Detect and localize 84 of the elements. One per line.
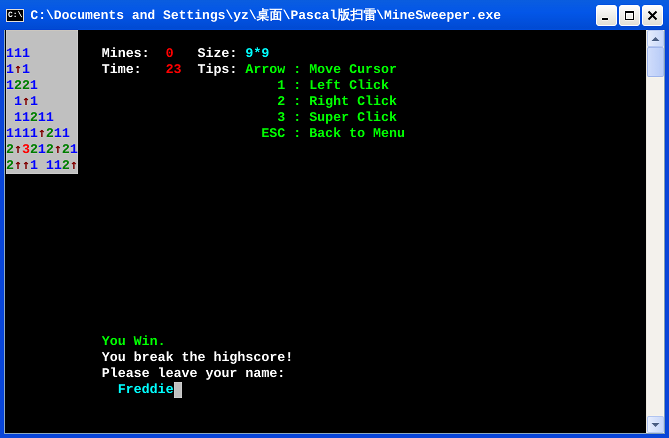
mine-count: 2: [6, 158, 14, 174]
console-icon: C:\: [6, 8, 24, 22]
close-button[interactable]: [642, 4, 663, 26]
mine-count: 1: [38, 142, 46, 158]
result-message: You Win.: [102, 334, 166, 350]
time-value: 23: [166, 62, 183, 78]
scrollbar[interactable]: [646, 30, 664, 433]
size-label: Size:: [197, 46, 238, 62]
mine-count: 1: [14, 46, 22, 62]
minimize-icon: [602, 18, 608, 20]
tip-action: Super Click: [309, 110, 397, 126]
mine-count: 1: [46, 110, 54, 126]
name-input[interactable]: Freddie: [118, 382, 174, 398]
tip-separator: :: [293, 94, 302, 110]
scroll-up-button[interactable]: [647, 30, 664, 47]
mines-label: Mines:: [102, 46, 151, 62]
tip-key: ESC: [245, 126, 286, 142]
flag-mark: ↑: [38, 126, 46, 142]
tip-key: 2: [245, 94, 286, 110]
down-arrow-icon: [651, 422, 660, 428]
name-prompt: Please leave your name:: [102, 366, 286, 382]
up-arrow-icon: [651, 36, 660, 42]
tip-action: Left Click: [309, 78, 389, 94]
flag-mark: ↑: [70, 158, 78, 174]
tip-action: Move Cursor: [309, 62, 397, 78]
window-title: C:\Documents and Settings\yz\桌面\Pascal版扫雷\MineSweeper.exe: [30, 7, 502, 24]
mine-count: 2: [30, 110, 38, 126]
mine-count: 1: [6, 46, 14, 62]
mine-count: 1: [22, 62, 30, 78]
flag-mark: ↑: [22, 158, 30, 174]
mine-count: 1: [30, 78, 38, 94]
mine-count: 2: [62, 158, 70, 174]
mine-count: 2: [30, 142, 38, 158]
mine-count: 1: [6, 78, 14, 94]
mine-count: 1: [22, 110, 30, 126]
scroll-thumb[interactable]: [647, 47, 664, 77]
mine-count: 1: [6, 126, 14, 142]
mine-count: 1: [62, 126, 70, 142]
tips-label: Tips:: [197, 62, 238, 78]
mine-count: 1: [14, 126, 22, 142]
mine-count: 2: [62, 142, 70, 158]
maximize-button[interactable]: [619, 4, 640, 26]
maximize-icon: [624, 10, 635, 20]
tip-key: 1: [245, 78, 286, 94]
tip-action: Right Click: [309, 94, 397, 110]
flag-mark: ↑: [14, 62, 22, 78]
mine-count: 1: [38, 110, 46, 126]
tip-key: Arrow: [245, 62, 286, 78]
mine-count: 2: [6, 142, 14, 158]
tip-separator: :: [293, 110, 302, 126]
flag-mark: ↑: [22, 94, 30, 110]
tip-action: Back to Menu: [309, 126, 405, 142]
tip-separator: :: [293, 78, 302, 94]
mine-count: 1: [70, 142, 78, 158]
mine-count: 1: [30, 94, 38, 110]
minimize-button[interactable]: [596, 4, 617, 26]
close-icon: [647, 10, 658, 20]
flag-mark: ↑: [14, 142, 22, 158]
mine-count: 1: [46, 158, 54, 174]
flag-mark: ↑: [54, 142, 62, 158]
mine-count: 2: [46, 126, 54, 142]
mines-count: 0: [166, 46, 175, 62]
tip-separator: :: [293, 62, 302, 78]
flag-mark: ↑: [14, 158, 22, 174]
time-label: Time:: [102, 62, 143, 78]
mine-count: 1: [54, 126, 62, 142]
mine-count: 1: [54, 158, 62, 174]
mine-count: 1: [6, 62, 14, 78]
scroll-down-button[interactable]: [647, 416, 664, 433]
mine-count: 1: [30, 126, 38, 142]
tip-key: 3: [245, 110, 286, 126]
tip-separator: :: [293, 126, 302, 142]
text-cursor: [174, 382, 182, 398]
mine-count: 3: [22, 142, 30, 158]
mine-count: 2: [14, 78, 22, 94]
highscore-message: You break the highscore!: [102, 350, 294, 366]
mine-count: 2: [46, 142, 54, 158]
mine-count: 1: [30, 158, 38, 174]
size-value: 9*9: [245, 46, 270, 62]
mine-count: 1: [22, 126, 30, 142]
mine-count: 1: [22, 46, 30, 62]
mine-count: 1: [14, 110, 22, 126]
mine-count: 1: [14, 94, 22, 110]
mine-count: 2: [22, 78, 30, 94]
